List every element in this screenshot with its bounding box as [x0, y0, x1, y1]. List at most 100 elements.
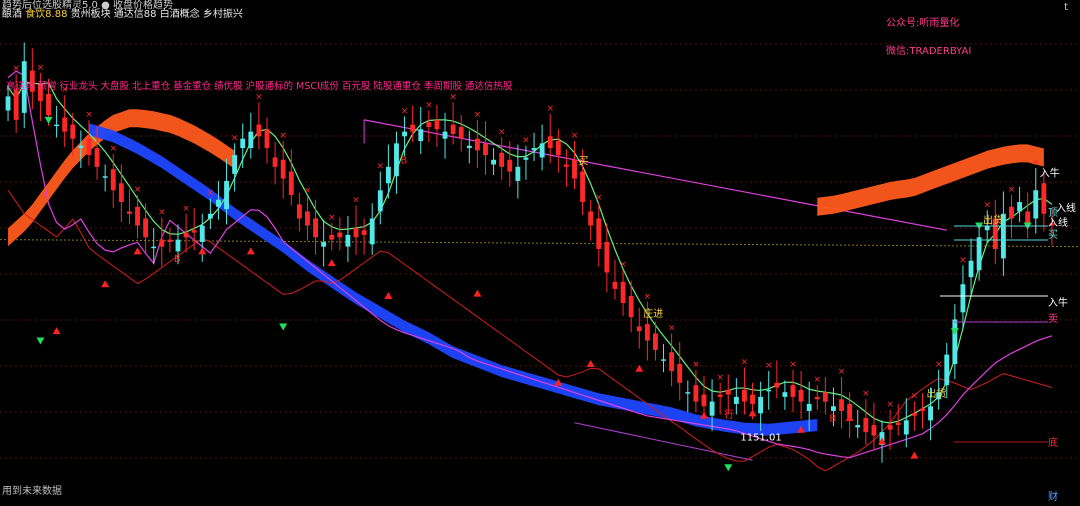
right-edge-label: 入牛: [1048, 296, 1068, 309]
candle-body: [329, 234, 335, 240]
right-edge-label: 买: [1048, 229, 1058, 241]
candle-body: [127, 211, 132, 214]
candle-body: [256, 124, 262, 137]
sell-triangle: [279, 323, 288, 331]
candle-body: [353, 227, 359, 238]
candle-body: [345, 234, 351, 247]
cross-mark: ×: [1008, 185, 1016, 195]
candle-body: [547, 136, 553, 149]
annotation-label: 1151.01: [740, 433, 781, 444]
annotation-label: B: [400, 155, 407, 166]
candle-body: [385, 166, 391, 184]
candle-body: [232, 155, 238, 174]
candle-body: [54, 124, 60, 127]
cross-mark: ×: [741, 358, 749, 368]
annotation-label: 出货: [983, 213, 1003, 226]
right-edge-label: 卖: [1048, 313, 1058, 325]
candle-body: [669, 352, 675, 372]
candle-body: [264, 129, 270, 149]
cross-mark: ×: [207, 189, 215, 199]
candle-body: [507, 159, 513, 172]
candle-body: [644, 324, 650, 341]
cross-mark: ×: [109, 144, 117, 154]
candle-body: [766, 389, 772, 392]
candle-body: [563, 164, 569, 167]
candle-body: [216, 199, 221, 207]
candle-body: [750, 394, 755, 404]
buy-triangle: [586, 360, 595, 368]
candle-body: [78, 145, 84, 149]
candle-body: [321, 241, 327, 247]
sell-triangle: [36, 337, 45, 345]
annotation-label: B: [174, 254, 181, 265]
candle-body: [555, 141, 561, 156]
candle-body: [863, 418, 869, 433]
cross-mark: ×: [595, 193, 603, 203]
buy-triangle: [133, 247, 142, 255]
cross-mark: ×: [668, 324, 676, 334]
cross-mark: ×: [12, 64, 20, 74]
candle-body: [572, 159, 577, 179]
cross-mark: ×: [182, 204, 190, 214]
candle-body: [458, 126, 464, 139]
candle-body: [135, 206, 140, 226]
candle-body: [928, 406, 933, 421]
candle-body: [337, 232, 343, 238]
cross-mark: ×: [886, 400, 894, 410]
candle-body: [661, 359, 666, 361]
candle-body: [911, 413, 917, 416]
candle-body: [653, 333, 658, 350]
candle-body: [143, 218, 149, 238]
candle-body: [450, 124, 456, 134]
buy-triangle: [101, 280, 110, 288]
candle-body: [612, 281, 618, 289]
candle-body: [677, 364, 683, 383]
candle-body: [596, 218, 602, 249]
buy-triangle: [327, 259, 336, 267]
cross-mark: ×: [1032, 158, 1040, 168]
annotation-label: 入线: [1056, 202, 1076, 215]
candle-body: [418, 129, 424, 142]
watermark-wechat-account: 公众号:听雨量化: [886, 18, 960, 29]
cross-mark: ×: [474, 110, 482, 120]
cross-mark: ×: [765, 361, 773, 371]
candle-body: [118, 183, 124, 203]
sell-triangle: [44, 116, 53, 124]
candle-body: [410, 124, 416, 132]
candle-body: [280, 159, 286, 179]
candle-body: [855, 425, 861, 428]
cross-mark: ×: [401, 106, 409, 116]
cross-mark: ×: [425, 101, 433, 111]
candle-body: [1009, 206, 1014, 219]
candle-body: [701, 394, 707, 407]
candle-body: [62, 117, 68, 132]
cross-mark: ×: [716, 373, 724, 383]
candle-body: [717, 394, 723, 397]
candle-body: [798, 389, 804, 402]
cross-mark: ×: [255, 92, 263, 102]
annotation-label: 买: [579, 156, 589, 168]
candle-body: [1041, 183, 1047, 214]
tag-post: 贵州板块 通达信88 白酒概念 乡村振兴: [67, 9, 243, 20]
candle-body: [151, 246, 157, 249]
candle-body: [199, 225, 205, 242]
buy-triangle: [699, 411, 708, 419]
candle-body: [539, 143, 545, 158]
title-tail: t: [1064, 2, 1068, 13]
candle-body: [361, 230, 367, 235]
candle-body: [272, 157, 278, 167]
candle-body: [394, 143, 399, 177]
annotation-label: 入牛: [1040, 166, 1060, 179]
candle-body: [814, 396, 820, 400]
cross-mark: ×: [838, 367, 846, 377]
candle-body: [636, 326, 642, 332]
sell-triangle: [724, 464, 733, 472]
candle-body: [604, 241, 610, 273]
candle-body: [758, 396, 764, 414]
candle-body: [944, 354, 950, 386]
cross-mark: ×: [37, 63, 45, 73]
right-edge-label: 底: [1048, 436, 1058, 449]
cross-mark: ×: [377, 162, 385, 172]
candle-body: [790, 385, 796, 397]
candle-body: [110, 169, 116, 191]
